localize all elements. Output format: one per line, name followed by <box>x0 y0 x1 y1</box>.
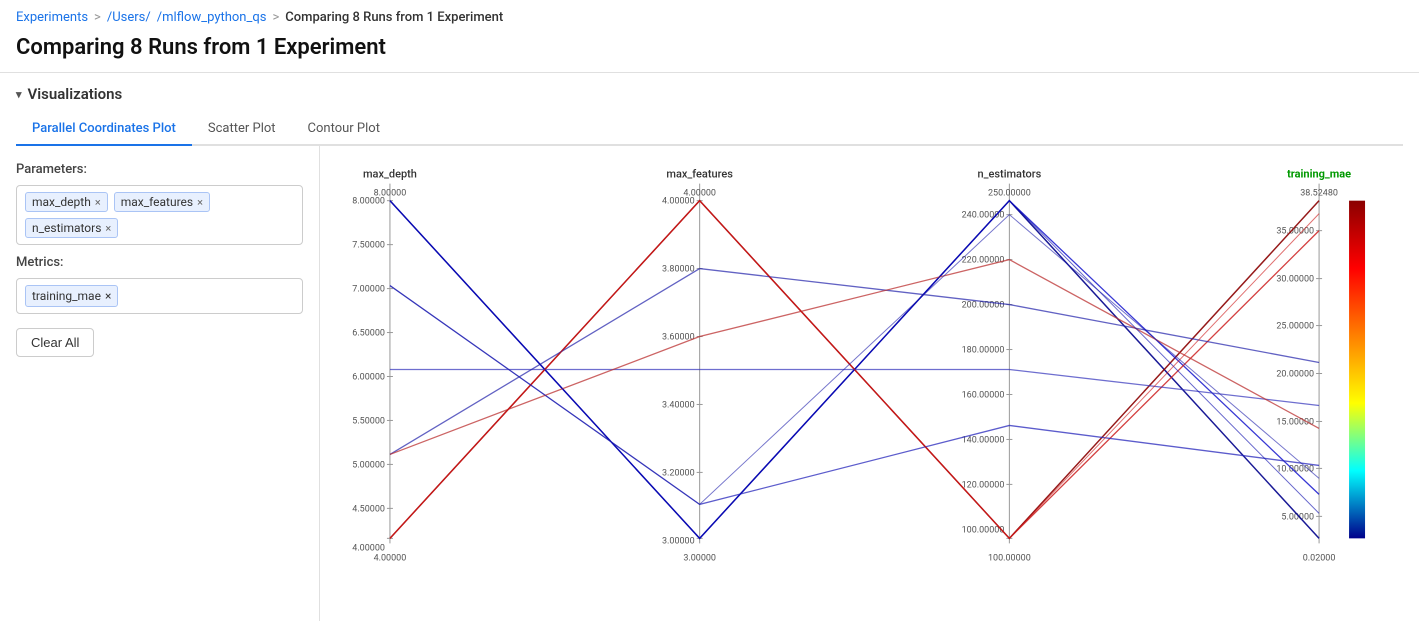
main-content: Parameters: max_depth × max_features × n… <box>0 146 1419 621</box>
svg-text:120.00000: 120.00000 <box>962 480 1005 490</box>
clear-all-button[interactable]: Clear All <box>16 328 94 357</box>
svg-text:180.00000: 180.00000 <box>962 346 1005 356</box>
svg-text:20.00000: 20.00000 <box>1276 370 1314 380</box>
svg-text:250.00000: 250.00000 <box>988 189 1031 199</box>
tag-max-depth-label: max_depth <box>32 195 91 209</box>
svg-text:6.00000: 6.00000 <box>352 372 385 382</box>
visualizations-arrow: ▾ <box>16 88 22 101</box>
svg-text:3.00000: 3.00000 <box>662 536 695 546</box>
svg-text:160.00000: 160.00000 <box>962 390 1005 400</box>
parallel-coordinates-chart: max_depth max_features n_estimators trai… <box>330 156 1409 601</box>
svg-text:3.20000: 3.20000 <box>662 468 695 478</box>
svg-text:3.00000: 3.00000 <box>683 553 716 563</box>
svg-text:6.50000: 6.50000 <box>352 329 385 339</box>
svg-text:4.00000: 4.00000 <box>374 553 407 563</box>
svg-text:5.00000: 5.00000 <box>352 460 385 470</box>
breadcrumb-sep1: > <box>94 10 101 25</box>
svg-text:100.00000: 100.00000 <box>988 553 1031 563</box>
tab-parallel-coordinates[interactable]: Parallel Coordinates Plot <box>16 113 192 146</box>
tag-n-estimators-label: n_estimators <box>32 221 101 235</box>
parameters-tag-box: max_depth × max_features × n_estimators … <box>16 185 303 245</box>
tag-training-mae[interactable]: training_mae × <box>25 285 118 307</box>
plot-tabs: Parallel Coordinates Plot Scatter Plot C… <box>16 113 1403 146</box>
svg-text:220.00000: 220.00000 <box>962 256 1005 266</box>
tag-training-mae-label: training_mae <box>32 289 101 303</box>
svg-text:3.60000: 3.60000 <box>662 333 695 343</box>
sidebar: Parameters: max_depth × max_features × n… <box>0 146 320 621</box>
svg-text:n_estimators: n_estimators <box>978 168 1042 181</box>
svg-text:25.00000: 25.00000 <box>1276 322 1314 332</box>
tag-n-estimators[interactable]: n_estimators × <box>25 218 118 238</box>
page-title: Comparing 8 Runs from 1 Experiment <box>0 31 1419 73</box>
svg-text:7.50000: 7.50000 <box>352 241 385 251</box>
svg-text:30.00000: 30.00000 <box>1276 275 1314 285</box>
breadcrumb-users[interactable]: /Users/ <box>107 10 151 25</box>
svg-text:35.00000: 35.00000 <box>1276 227 1314 237</box>
tag-training-mae-remove[interactable]: × <box>105 289 111 303</box>
visualizations-section: ▾ Visualizations Parallel Coordinates Pl… <box>0 73 1419 146</box>
svg-text:140.00000: 140.00000 <box>962 435 1005 445</box>
metrics-tag-box: training_mae × <box>16 278 303 314</box>
svg-text:0.02000: 0.02000 <box>1303 553 1336 563</box>
breadcrumb-experiments[interactable]: Experiments <box>16 10 88 25</box>
svg-text:4.00000: 4.00000 <box>662 197 695 207</box>
svg-text:8.00000: 8.00000 <box>352 197 385 207</box>
parameters-label: Parameters: <box>16 162 303 177</box>
breadcrumb-current: Comparing 8 Runs from 1 Experiment <box>285 10 503 25</box>
svg-text:3.40000: 3.40000 <box>662 400 695 410</box>
visualizations-title: Visualizations <box>28 85 123 103</box>
metrics-label: Metrics: <box>16 255 303 270</box>
breadcrumb: Experiments > /Users/ /mlflow_python_qs … <box>0 0 1419 31</box>
tag-n-estimators-remove[interactable]: × <box>105 222 111 235</box>
tag-max-features-label: max_features <box>121 195 193 209</box>
svg-text:38.52480: 38.52480 <box>1300 189 1338 199</box>
svg-text:4.00000: 4.00000 <box>352 543 385 553</box>
breadcrumb-user-path[interactable]: /mlflow_python_qs <box>157 10 267 25</box>
tag-max-depth-remove[interactable]: × <box>95 196 101 209</box>
svg-text:max_depth: max_depth <box>363 168 417 181</box>
tag-max-features-remove[interactable]: × <box>197 196 203 209</box>
svg-text:5.50000: 5.50000 <box>352 416 385 426</box>
svg-text:7.00000: 7.00000 <box>352 285 385 295</box>
breadcrumb-sep2: > <box>272 10 279 25</box>
tag-max-depth[interactable]: max_depth × <box>25 192 108 212</box>
tab-contour-plot[interactable]: Contour Plot <box>292 113 396 146</box>
svg-text:3.80000: 3.80000 <box>662 265 695 275</box>
svg-text:5.00000: 5.00000 <box>1281 512 1314 522</box>
tab-scatter-plot[interactable]: Scatter Plot <box>192 113 292 146</box>
chart-area: max_depth max_features n_estimators trai… <box>320 146 1419 621</box>
visualizations-header[interactable]: ▾ Visualizations <box>16 85 1403 103</box>
svg-text:max_features: max_features <box>666 168 733 181</box>
tag-max-features[interactable]: max_features × <box>114 192 210 212</box>
svg-text:training_mae: training_mae <box>1287 168 1351 181</box>
svg-text:4.50000: 4.50000 <box>352 504 385 514</box>
